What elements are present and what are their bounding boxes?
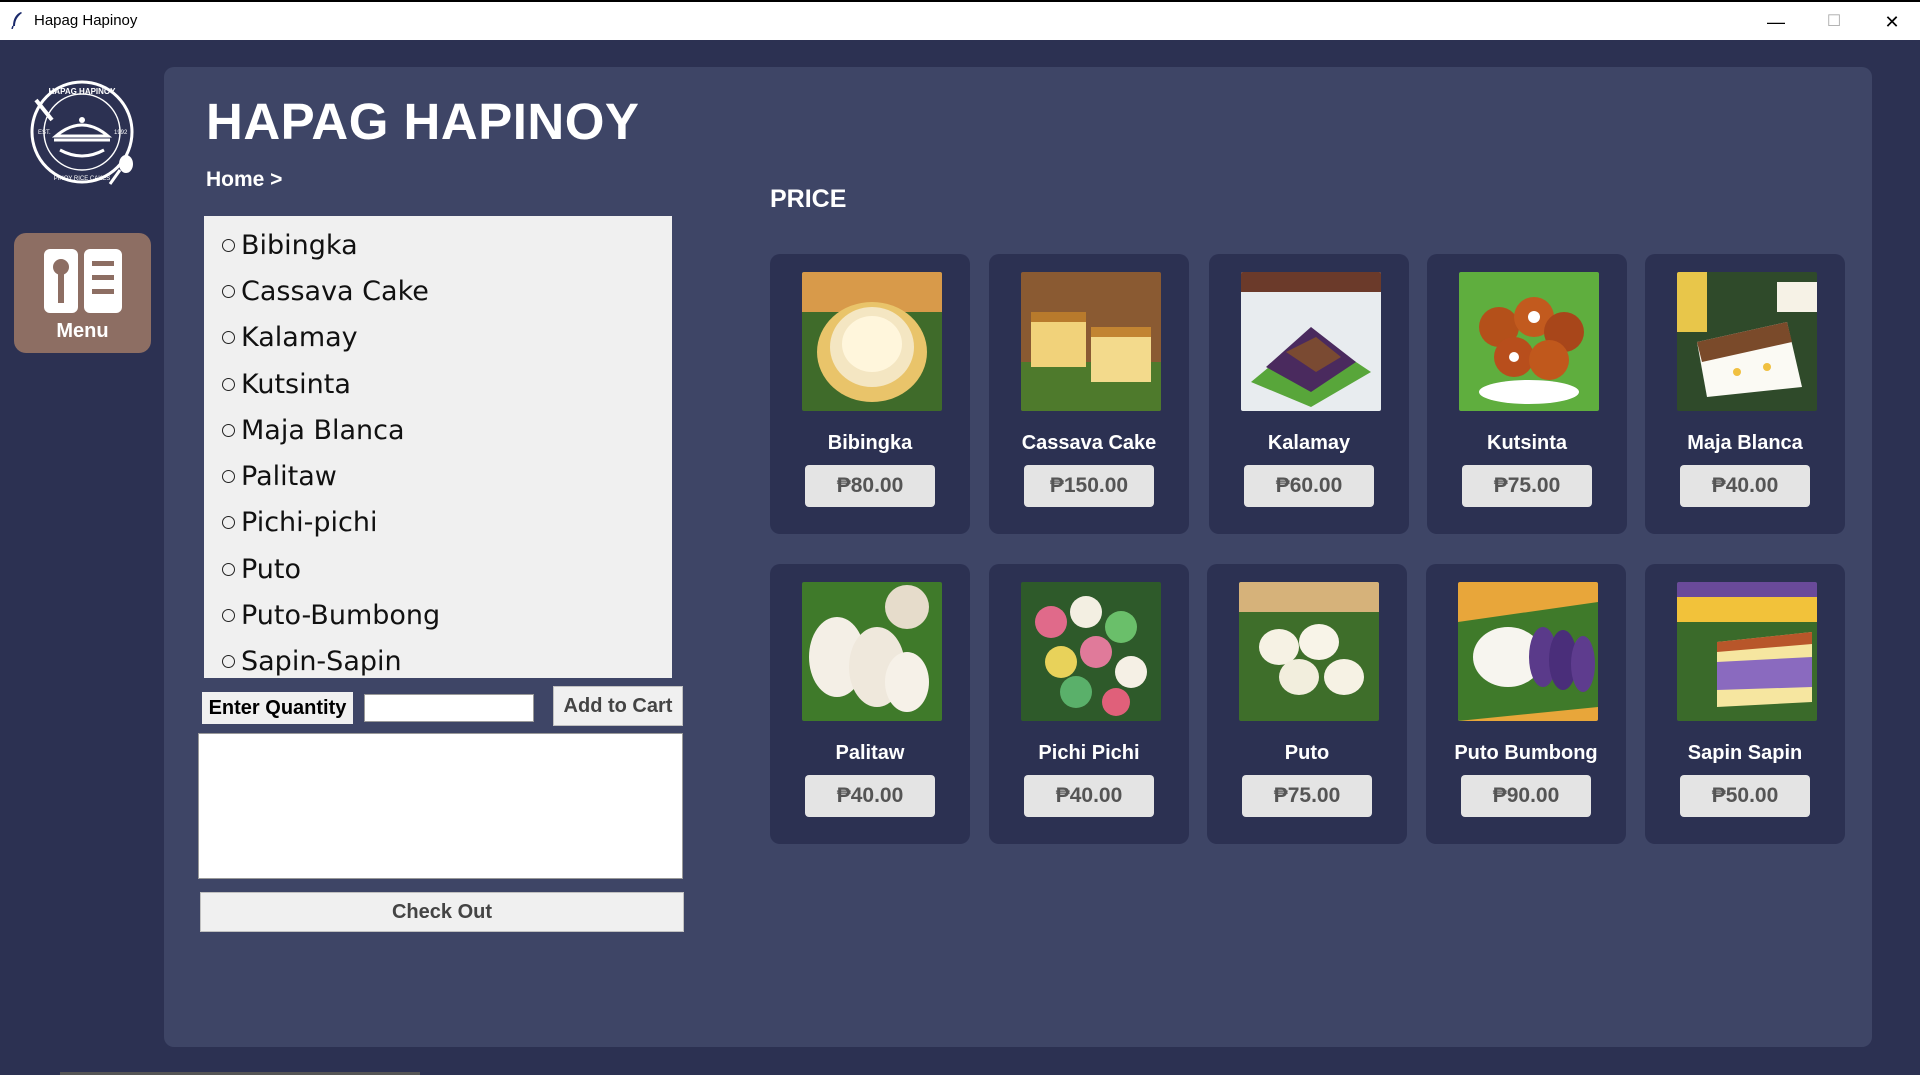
quantity-label: Enter Quantity: [202, 692, 353, 724]
product-option[interactable]: Puto: [204, 546, 672, 592]
product-option[interactable]: Maja Blanca: [204, 407, 672, 453]
radio-button[interactable]: [222, 655, 235, 669]
radio-button[interactable]: [222, 516, 235, 530]
logo-top-text: HAPAG HAPINOY: [49, 87, 117, 96]
product-name: Kalamay: [1267, 432, 1351, 454]
product-name: Puto: [1284, 742, 1330, 764]
window-titlebar: Hapag Hapinoy — ☐ ✕: [0, 0, 1920, 40]
product-option-label: Palitaw: [241, 461, 337, 493]
menu-book-icon: [44, 249, 122, 313]
price-label: ₱80.00: [805, 465, 935, 507]
sapin-sapin-photo: [1677, 582, 1817, 721]
price-label: ₱75.00: [1242, 775, 1372, 817]
price-label: ₱40.00: [805, 775, 935, 817]
product-card: Cassava Cake ₱150.00: [989, 254, 1189, 534]
radio-button[interactable]: [222, 238, 235, 252]
price-label: ₱90.00: [1461, 775, 1591, 817]
product-card: Puto ₱75.00: [1207, 564, 1407, 844]
close-button[interactable]: ✕: [1869, 6, 1915, 38]
quantity-input[interactable]: [364, 694, 534, 722]
price-label: ₱75.00: [1462, 465, 1592, 507]
product-card: Maja Blanca ₱40.00: [1645, 254, 1845, 534]
radio-button[interactable]: [222, 284, 235, 298]
product-name: Palitaw: [835, 742, 905, 764]
maximize-button[interactable]: ☐: [1811, 6, 1857, 38]
radio-button[interactable]: [222, 331, 235, 345]
product-option[interactable]: Kutsinta: [204, 361, 672, 407]
radio-button[interactable]: [222, 423, 235, 437]
product-card: Kutsinta ₱75.00: [1427, 254, 1627, 534]
radio-button[interactable]: [222, 609, 235, 623]
product-option[interactable]: Pichi-pichi: [204, 500, 672, 546]
product-card: Kalamay ₱60.00: [1209, 254, 1409, 534]
radio-button[interactable]: [222, 562, 235, 576]
minimize-button[interactable]: —: [1753, 6, 1799, 38]
product-card: Palitaw ₱40.00: [770, 564, 970, 844]
kalamay-photo: [1241, 272, 1381, 411]
price-label: ₱40.00: [1024, 775, 1154, 817]
price-label: ₱40.00: [1680, 465, 1810, 507]
menu-label: Menu: [56, 320, 109, 342]
logo-bottom-text: PINOY RICE CAKES: [54, 176, 111, 182]
product-card: Bibingka ₱80.00: [770, 254, 970, 534]
product-option-label: Pichi-pichi: [241, 507, 378, 539]
brand-logo: HAPAG HAPINOY EST. 1992 PINOY RICE CAKES: [22, 74, 142, 194]
product-option[interactable]: Sapin-Sapin: [204, 639, 672, 685]
bibingka-photo: [802, 272, 942, 411]
radio-button[interactable]: [222, 470, 235, 484]
product-name: Puto Bumbong: [1454, 742, 1598, 764]
product-option[interactable]: Bibingka: [204, 222, 672, 268]
product-name: Kutsinta: [1487, 432, 1567, 454]
add-to-cart-button[interactable]: Add to Cart: [553, 686, 683, 726]
checkout-button[interactable]: Check Out: [200, 892, 684, 932]
product-option-label: Kutsinta: [241, 368, 351, 400]
puto-bumbong-photo: [1458, 582, 1598, 721]
product-option[interactable]: Puto-Bumbong: [204, 592, 672, 638]
product-card: Sapin Sapin ₱50.00: [1645, 564, 1845, 844]
puto-photo: [1239, 582, 1379, 721]
product-name: Bibingka: [827, 432, 913, 454]
cart-textbox[interactable]: [198, 733, 683, 879]
cassava-cake-photo: [1021, 272, 1161, 411]
product-option-label: Puto-Bumbong: [241, 600, 441, 632]
product-option[interactable]: Cassava Cake: [204, 268, 672, 314]
product-name: Sapin Sapin: [1687, 742, 1803, 764]
product-card: Pichi Pichi ₱40.00: [989, 564, 1189, 844]
page-title: HAPAG HAPINOY: [206, 93, 640, 150]
product-option-label: Cassava Cake: [241, 275, 429, 307]
maja-blanca-photo: [1677, 272, 1817, 411]
product-option-label: Maja Blanca: [241, 414, 405, 446]
pichi-pichi-photo: [1021, 582, 1161, 721]
kutsinta-photo: [1459, 272, 1599, 411]
product-option[interactable]: Palitaw: [204, 453, 672, 499]
product-card: Puto Bumbong ₱90.00: [1426, 564, 1626, 844]
product-option-label: Puto: [241, 553, 302, 585]
product-name: Maja Blanca: [1687, 432, 1803, 454]
price-label: ₱150.00: [1024, 465, 1154, 507]
feather-icon: [11, 12, 22, 29]
radio-button[interactable]: [222, 377, 235, 391]
price-label: ₱50.00: [1680, 775, 1810, 817]
price-heading: PRICE: [770, 185, 847, 213]
product-name: Cassava Cake: [1021, 432, 1157, 454]
breadcrumb[interactable]: Home >: [206, 168, 282, 192]
logo-est-label: EST.: [38, 130, 51, 136]
product-option-label: Sapin-Sapin: [241, 646, 402, 678]
palitaw-photo: [802, 582, 942, 721]
price-label: ₱60.00: [1244, 465, 1374, 507]
product-option[interactable]: Kalamay: [204, 315, 672, 361]
product-option-label: Bibingka: [241, 229, 358, 261]
main-panel: HAPAG HAPINOY Home > Bibingka Cassava Ca…: [164, 67, 1872, 1047]
product-name: Pichi Pichi: [1038, 742, 1140, 764]
product-radio-list: Bibingka Cassava Cake Kalamay Kutsinta M…: [204, 216, 672, 678]
logo-year: 1992: [114, 130, 128, 136]
menu-button[interactable]: Menu: [14, 233, 151, 353]
product-option-label: Kalamay: [241, 322, 358, 354]
window-title: Hapag Hapinoy: [34, 12, 138, 29]
